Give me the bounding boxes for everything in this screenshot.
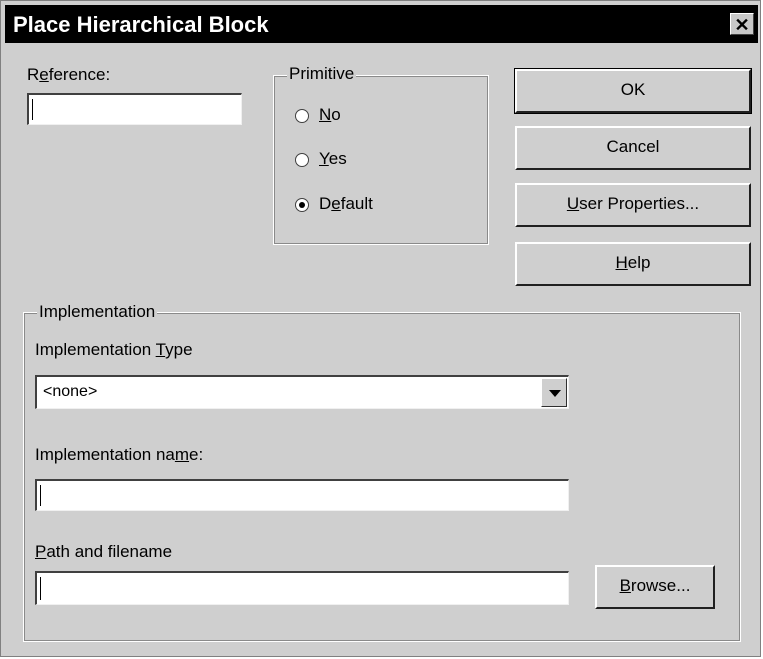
- text-caret: [40, 485, 41, 506]
- place-hierarchical-block-dialog: Place Hierarchical Block ✕ Reference: Pr…: [0, 0, 761, 657]
- path-filename-label: Path and filename: [35, 542, 173, 561]
- user-properties-button[interactable]: User Properties...: [515, 183, 751, 227]
- cancel-button[interactable]: Cancel: [515, 126, 751, 170]
- ok-button[interactable]: OK: [514, 68, 752, 114]
- implementation-name-input[interactable]: [35, 479, 569, 511]
- primitive-no-radio[interactable]: No: [295, 105, 341, 125]
- close-button[interactable]: ✕: [730, 13, 754, 35]
- implementation-type-label: Implementation Type: [35, 340, 193, 359]
- chevron-down-icon[interactable]: [541, 378, 567, 407]
- radio-checked-icon: [295, 197, 309, 212]
- implementation-type-value: <none>: [43, 383, 98, 400]
- implementation-group-title: Implementation: [37, 302, 158, 322]
- radio-icon: [295, 152, 309, 167]
- text-caret: [40, 577, 41, 600]
- implementation-type-select[interactable]: <none>: [35, 375, 569, 409]
- help-button[interactable]: Help: [515, 242, 751, 286]
- title-bar: Place Hierarchical Block ✕: [5, 5, 758, 43]
- dialog-title: Place Hierarchical Block: [13, 12, 269, 37]
- reference-input[interactable]: [27, 93, 242, 125]
- text-caret: [32, 99, 33, 120]
- implementation-name-label: Implementation name:: [35, 445, 204, 464]
- primitive-group-title: Primitive: [287, 64, 357, 84]
- close-icon: ✕: [734, 15, 750, 35]
- reference-label: Reference:: [27, 65, 111, 84]
- radio-icon: [295, 108, 309, 123]
- browse-button[interactable]: Browse...: [595, 565, 715, 609]
- primitive-yes-radio[interactable]: Yes: [295, 149, 347, 169]
- primitive-default-radio[interactable]: Default: [295, 194, 373, 214]
- path-filename-input[interactable]: [35, 571, 569, 605]
